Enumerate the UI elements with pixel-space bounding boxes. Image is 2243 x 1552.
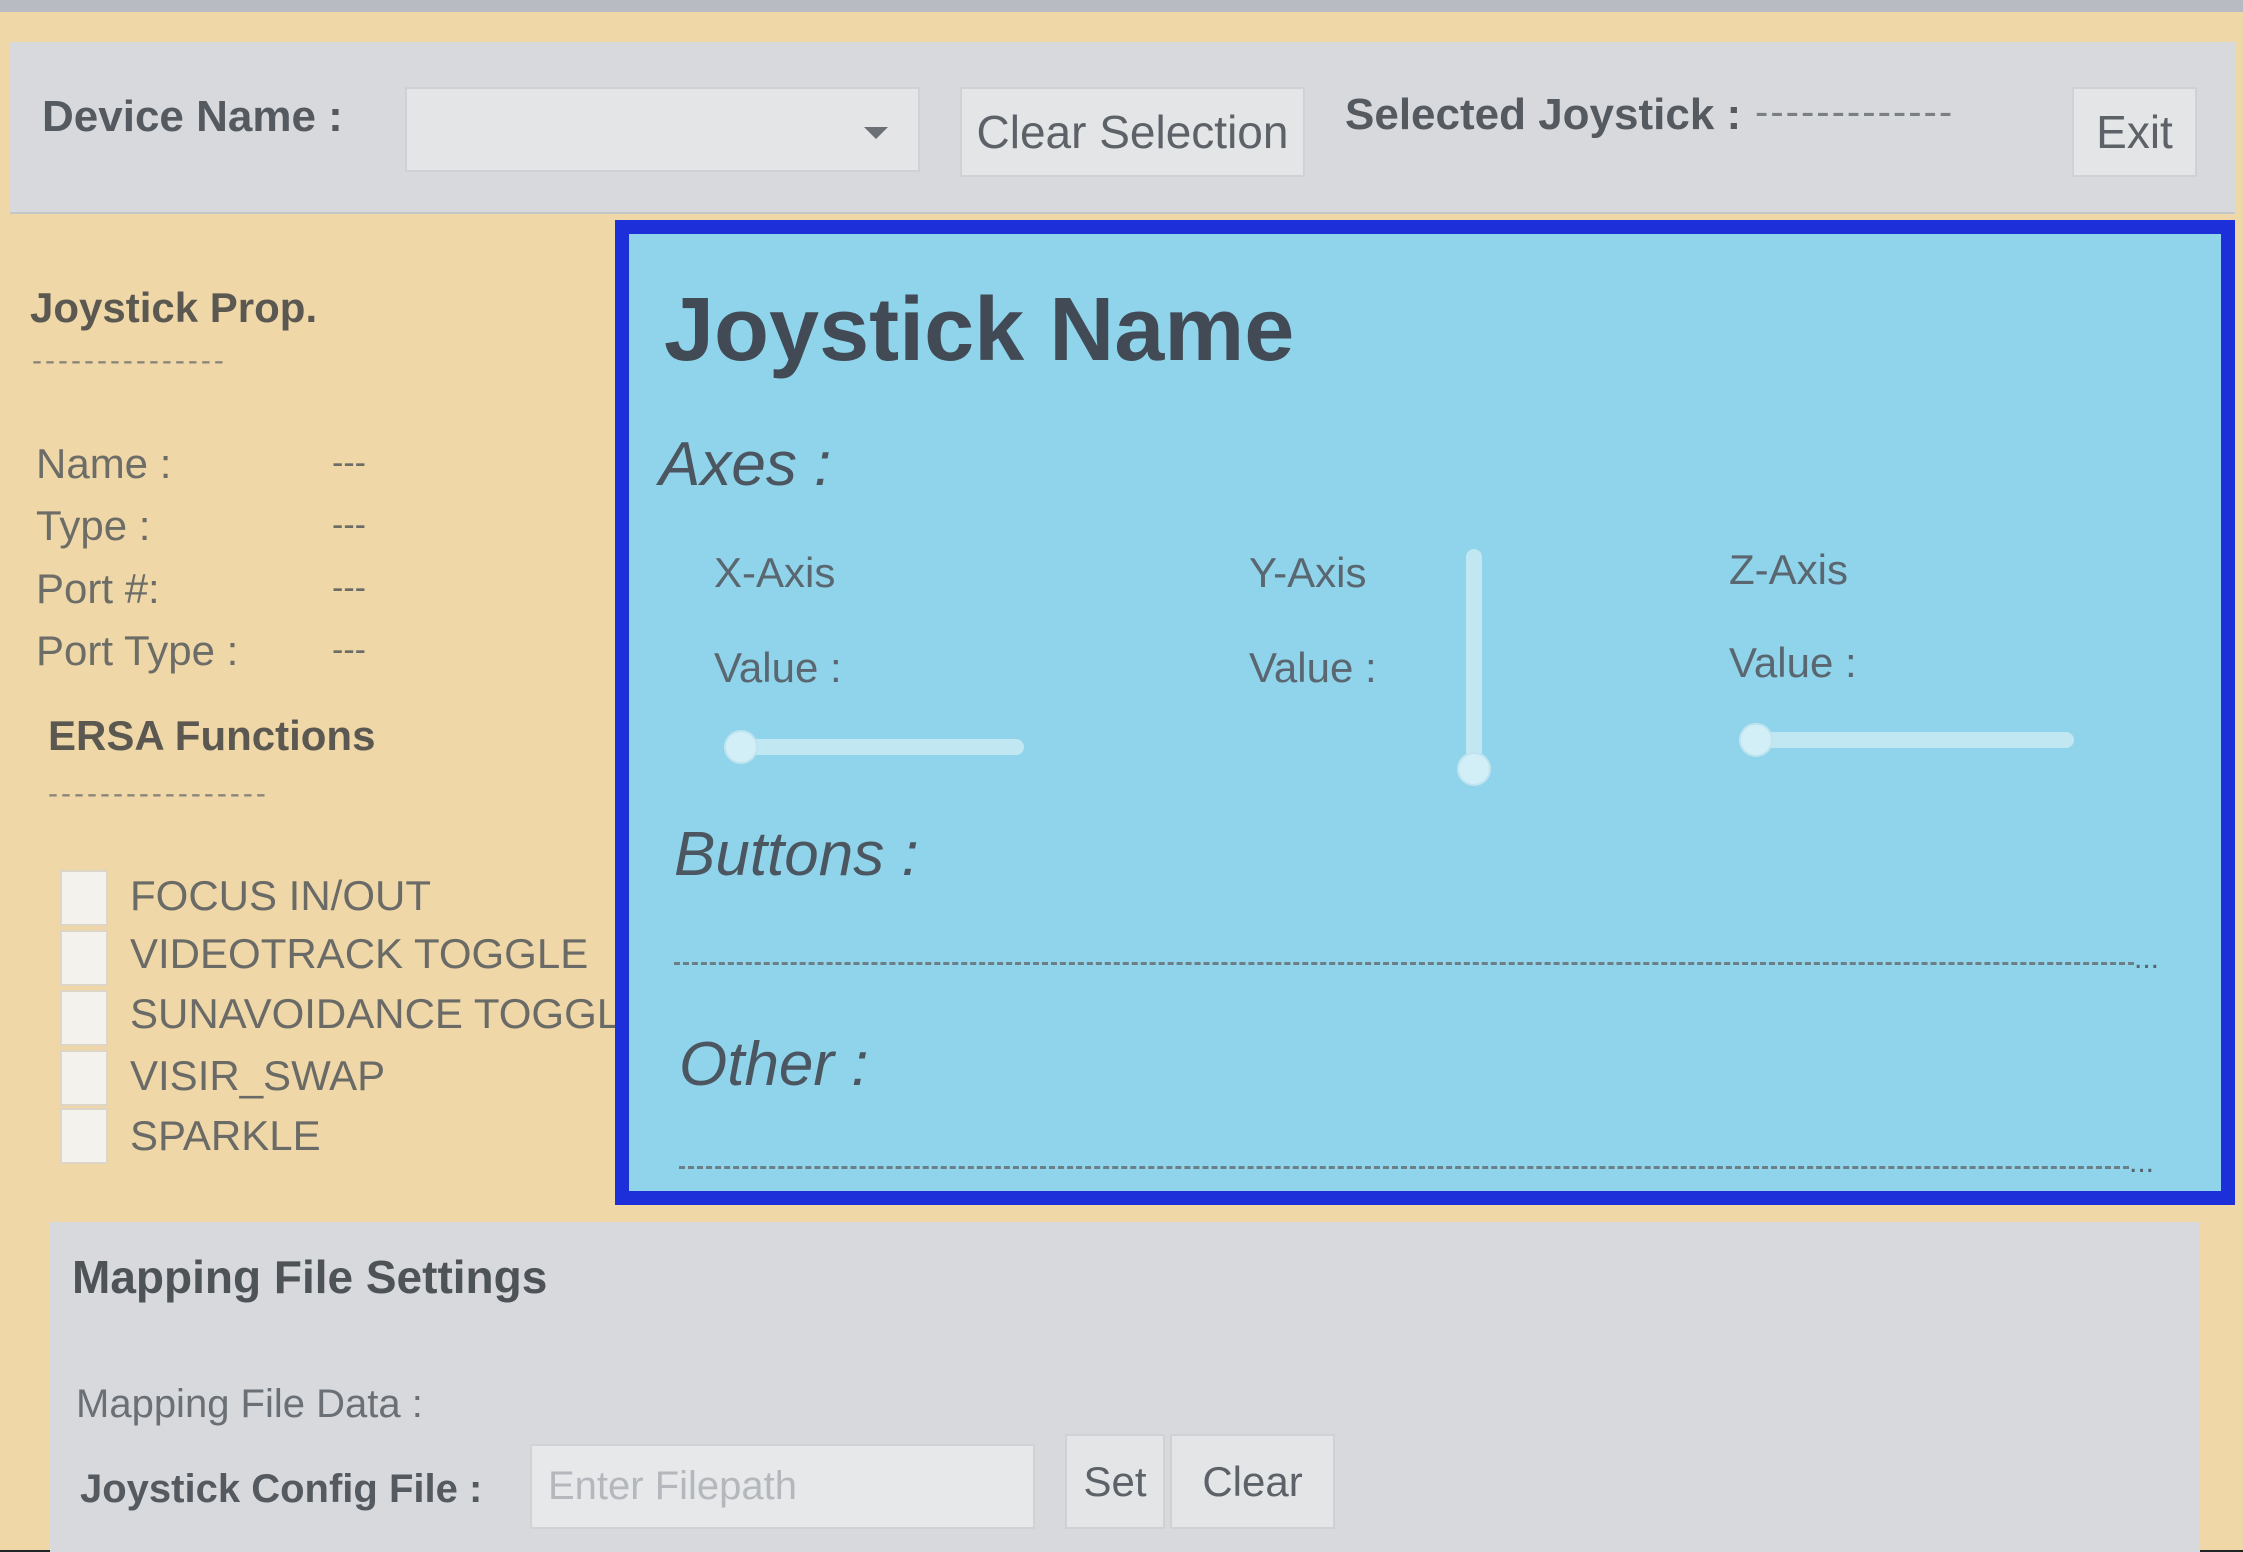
x-axis-slider[interactable] — [724, 739, 1024, 755]
axes-section-title: Axes : — [659, 430, 832, 499]
checkbox-videotrack-toggle[interactable] — [60, 930, 108, 986]
checkbox-label-sunavoidance-toggle: SUNAVOIDANCE TOGGLE — [130, 990, 649, 1037]
y-axis-label: Y-Axis — [1249, 549, 1367, 596]
z-axis-slider[interactable] — [1739, 732, 2074, 748]
checkbox-label-focus-in-out: FOCUS IN/OUT — [130, 872, 431, 919]
mapping-file-settings-title: Mapping File Settings — [72, 1251, 548, 1303]
prop-name-label: Name : — [36, 440, 172, 487]
other-list-ellipsis: ... — [2129, 1146, 2155, 1179]
checkbox-label-videotrack-toggle: VIDEOTRACK TOGGLE — [130, 930, 589, 977]
z-axis-value-label: Value : — [1729, 639, 1857, 686]
x-axis-label: X-Axis — [714, 549, 836, 596]
checkbox-visir-swap[interactable] — [60, 1050, 108, 1106]
properties-title-underline: --------------- — [32, 344, 227, 377]
prop-name-value: --- — [332, 444, 366, 482]
selected-joystick-value: ------------- — [1755, 90, 1955, 134]
set-button[interactable]: Set — [1065, 1434, 1165, 1529]
y-axis-value-label: Value : — [1249, 644, 1377, 691]
checkbox-sunavoidance-toggle[interactable] — [60, 990, 108, 1046]
prop-port-label: Port #: — [36, 565, 160, 612]
y-axis-slider-thumb[interactable] — [1457, 752, 1491, 786]
checkbox-label-visir-swap: VISIR_SWAP — [130, 1052, 386, 1099]
joystick-config-window: Device Name : Clear Selection Selected J… — [0, 0, 2243, 1552]
ersa-functions-title: ERSA Functions — [48, 712, 376, 759]
buttons-list-separator — [674, 962, 2134, 965]
prop-type-value: --- — [332, 506, 366, 544]
ersa-title-underline: ----------------- — [48, 777, 269, 810]
z-axis-slider-thumb[interactable] — [1739, 723, 1773, 757]
checkbox-sparkle[interactable] — [60, 1108, 108, 1164]
checkbox-label-sparkle: SPARKLE — [130, 1112, 321, 1159]
device-name-label: Device Name : — [42, 92, 343, 141]
device-name-dropdown[interactable] — [405, 87, 920, 172]
joystick-config-file-label: Joystick Config File : — [80, 1467, 483, 1511]
y-axis-slider[interactable] — [1466, 549, 1482, 779]
clear-selection-button[interactable]: Clear Selection — [960, 87, 1305, 177]
joystick-properties-title: Joystick Prop. — [30, 284, 318, 331]
chevron-down-icon[interactable] — [864, 127, 888, 139]
checkbox-focus-in-out[interactable] — [60, 870, 108, 926]
prop-port-value: --- — [332, 569, 366, 607]
clear-button[interactable]: Clear — [1170, 1434, 1335, 1529]
z-axis-label: Z-Axis — [1729, 546, 1848, 593]
other-list-separator — [679, 1166, 2129, 1169]
buttons-list-ellipsis: ... — [2134, 942, 2160, 975]
mapping-file-settings-panel: Mapping File Settings Mapping File Data … — [50, 1222, 2200, 1552]
x-axis-slider-thumb[interactable] — [724, 730, 758, 764]
buttons-section-title: Buttons : — [674, 820, 919, 889]
prop-type-label: Type : — [36, 502, 151, 549]
config-filepath-input[interactable] — [530, 1444, 1035, 1529]
prop-port-type-value: --- — [332, 631, 366, 669]
prop-port-type-label: Port Type : — [36, 627, 239, 674]
other-section-title: Other : — [679, 1030, 869, 1099]
selected-joystick-label: Selected Joystick : — [1345, 90, 1742, 139]
mapping-file-data-label: Mapping File Data : — [76, 1382, 423, 1426]
x-axis-value-label: Value : — [714, 644, 842, 691]
joystick-name-heading: Joystick Name — [664, 280, 1295, 380]
joystick-visual-panel: Joystick Name Axes : X-Axis Value : Y-Ax… — [615, 220, 2235, 1205]
top-toolbar: Device Name : Clear Selection Selected J… — [10, 42, 2235, 214]
exit-button[interactable]: Exit — [2072, 87, 2197, 177]
